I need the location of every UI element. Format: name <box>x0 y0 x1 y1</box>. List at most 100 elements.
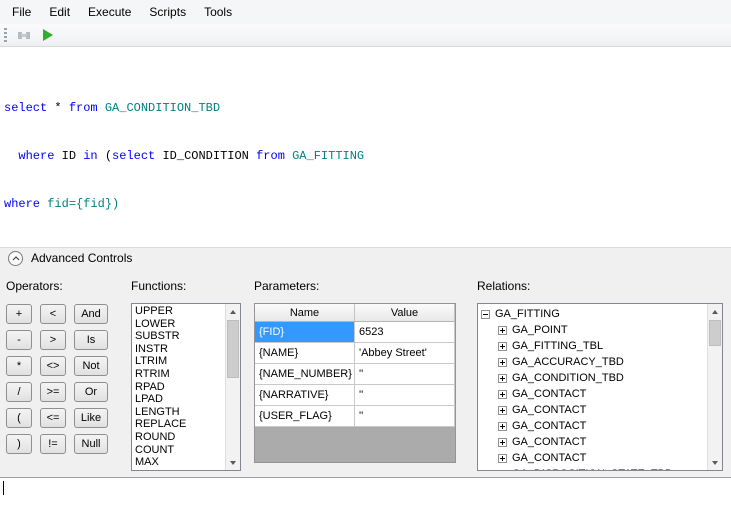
scroll-down-icon[interactable] <box>708 455 722 470</box>
sql-line: where fid={fid}) <box>4 197 120 211</box>
operator-minus-button[interactable]: - <box>6 330 32 350</box>
menu-scripts[interactable]: Scripts <box>140 0 195 24</box>
tree-node[interactable]: GA_CONDITION_TBD <box>478 370 707 386</box>
tree-node[interactable]: GA_DISPOSITION_STATE_TBD <box>478 466 707 470</box>
parameter-row: {NARRATIVE} '' <box>255 385 455 406</box>
parameter-name-cell[interactable]: {FID} <box>255 322 355 343</box>
scroll-thumb[interactable] <box>709 320 721 346</box>
function-item[interactable]: LENGTH <box>132 406 225 419</box>
operator-and-button[interactable]: And <box>74 304 108 324</box>
operator-is-button[interactable]: Is <box>74 330 108 350</box>
tree-node[interactable]: GA_CONTACT <box>478 418 707 434</box>
operator-star-button[interactable]: * <box>6 356 32 376</box>
tree-node-root[interactable]: GA_FITTING <box>478 306 707 322</box>
tree-node-label: GA_CONTACT <box>512 452 587 464</box>
text-caret <box>3 481 4 495</box>
parameters-header-row: Name Value <box>255 304 455 322</box>
tree-node-label: GA_POINT <box>512 324 568 336</box>
parameter-value-cell[interactable]: '' <box>355 364 455 385</box>
connect-icon[interactable] <box>14 26 34 44</box>
function-item[interactable]: SUBSTR <box>132 330 225 343</box>
functions-listbox: UPPER LOWER SUBSTR INSTR LTRIM RTRIM RPA… <box>131 303 241 471</box>
tree-node-label: GA_FITTING <box>495 308 560 320</box>
chevron-up-icon <box>12 255 19 260</box>
function-item[interactable]: MAX <box>132 456 225 469</box>
operator-gt-button[interactable]: > <box>40 330 66 350</box>
function-item[interactable]: ROUND <box>132 431 225 444</box>
operator-or-button[interactable]: Or <box>74 382 108 402</box>
parameter-value-cell[interactable]: 6523 <box>355 322 455 343</box>
operator-like-button[interactable]: Like <box>74 408 108 428</box>
tree-node[interactable]: GA_ACCURACY_TBD <box>478 354 707 370</box>
column-header-value[interactable]: Value <box>355 304 455 322</box>
tree-node[interactable]: GA_CONTACT <box>478 450 707 466</box>
scroll-up-icon[interactable] <box>708 304 722 319</box>
menu-file[interactable]: File <box>3 0 40 24</box>
parameter-name-cell[interactable]: {USER_FLAG} <box>255 406 355 427</box>
tree-node-label: GA_CONTACT <box>512 436 587 448</box>
tree-node[interactable]: GA_FITTING_TBL <box>478 338 707 354</box>
operator-not-button[interactable]: Not <box>74 356 108 376</box>
message-input[interactable] <box>0 477 731 520</box>
functions-list: UPPER LOWER SUBSTR INSTR LTRIM RTRIM RPA… <box>132 304 225 470</box>
parameter-value-cell[interactable]: '' <box>355 406 455 427</box>
expand-icon[interactable] <box>498 373 507 383</box>
parameter-value-cell[interactable]: '' <box>355 385 455 406</box>
tree-node[interactable]: GA_CONTACT <box>478 402 707 418</box>
menu-edit[interactable]: Edit <box>40 0 79 24</box>
expand-icon[interactable] <box>498 437 507 447</box>
parameter-name-cell[interactable]: {NAME_NUMBER} <box>255 364 355 385</box>
collapse-icon[interactable] <box>481 309 490 319</box>
parameter-name-cell[interactable]: {NARRATIVE} <box>255 385 355 406</box>
expand-icon[interactable] <box>498 357 507 367</box>
function-item[interactable]: RPAD <box>132 381 225 394</box>
operator-plus-button[interactable]: + <box>6 304 32 324</box>
operator-neq-button[interactable]: != <box>40 434 66 454</box>
run-button[interactable] <box>38 26 58 44</box>
tree-node-label: GA_DISPOSITION_STATE_TBD <box>512 468 673 470</box>
function-item[interactable]: COUNT <box>132 444 225 457</box>
operator-le-button[interactable]: <= <box>40 408 66 428</box>
parameter-row: {FID} 6523 <box>255 322 455 343</box>
function-item[interactable]: LTRIM <box>132 355 225 368</box>
collapse-section-button[interactable] <box>8 250 23 266</box>
function-item[interactable]: REPLACE <box>132 418 225 431</box>
scroll-thumb[interactable] <box>227 320 239 378</box>
expand-icon[interactable] <box>498 469 507 470</box>
operator-div-button[interactable]: / <box>6 382 32 402</box>
tree-node[interactable]: GA_CONTACT <box>478 434 707 450</box>
expand-icon[interactable] <box>498 405 507 415</box>
parameter-value-cell[interactable]: 'Abbey Street' <box>355 343 455 364</box>
function-item[interactable]: LOWER <box>132 318 225 331</box>
operator-ne-button[interactable]: <> <box>40 356 66 376</box>
function-item[interactable]: LPAD <box>132 393 225 406</box>
menu-bar: File Edit Execute Scripts Tools <box>0 0 731 24</box>
expand-icon[interactable] <box>498 325 507 335</box>
operator-rparen-button[interactable]: ) <box>6 434 32 454</box>
operator-lt-button[interactable]: < <box>40 304 66 324</box>
expand-icon[interactable] <box>498 421 507 431</box>
parameter-name-cell[interactable]: {NAME} <box>255 343 355 364</box>
operators-label: Operators: <box>6 279 63 293</box>
operator-null-button[interactable]: Null <box>74 434 108 454</box>
expand-icon[interactable] <box>498 341 507 351</box>
menu-tools[interactable]: Tools <box>195 0 241 24</box>
relations-scrollbar[interactable] <box>707 304 722 470</box>
function-item[interactable]: INSTR <box>132 343 225 356</box>
function-item[interactable]: UPPER <box>132 305 225 318</box>
menu-execute[interactable]: Execute <box>79 0 140 24</box>
function-item[interactable]: RTRIM <box>132 368 225 381</box>
column-header-name[interactable]: Name <box>255 304 355 322</box>
advanced-controls-panel: Operators: Functions: Parameters: Relati… <box>0 268 731 477</box>
expand-icon[interactable] <box>498 453 507 463</box>
sql-editor[interactable]: select * from GA_CONDITION_TBD where ID … <box>0 47 731 247</box>
operator-lparen-button[interactable]: ( <box>6 408 32 428</box>
scroll-up-icon[interactable] <box>226 304 240 319</box>
operator-ge-button[interactable]: >= <box>40 382 66 402</box>
tree-node[interactable]: GA_CONTACT <box>478 386 707 402</box>
tree-node-label: GA_FITTING_TBL <box>512 340 604 352</box>
scroll-down-icon[interactable] <box>226 455 240 470</box>
functions-scrollbar[interactable] <box>225 304 240 470</box>
tree-node[interactable]: GA_POINT <box>478 322 707 338</box>
expand-icon[interactable] <box>498 389 507 399</box>
